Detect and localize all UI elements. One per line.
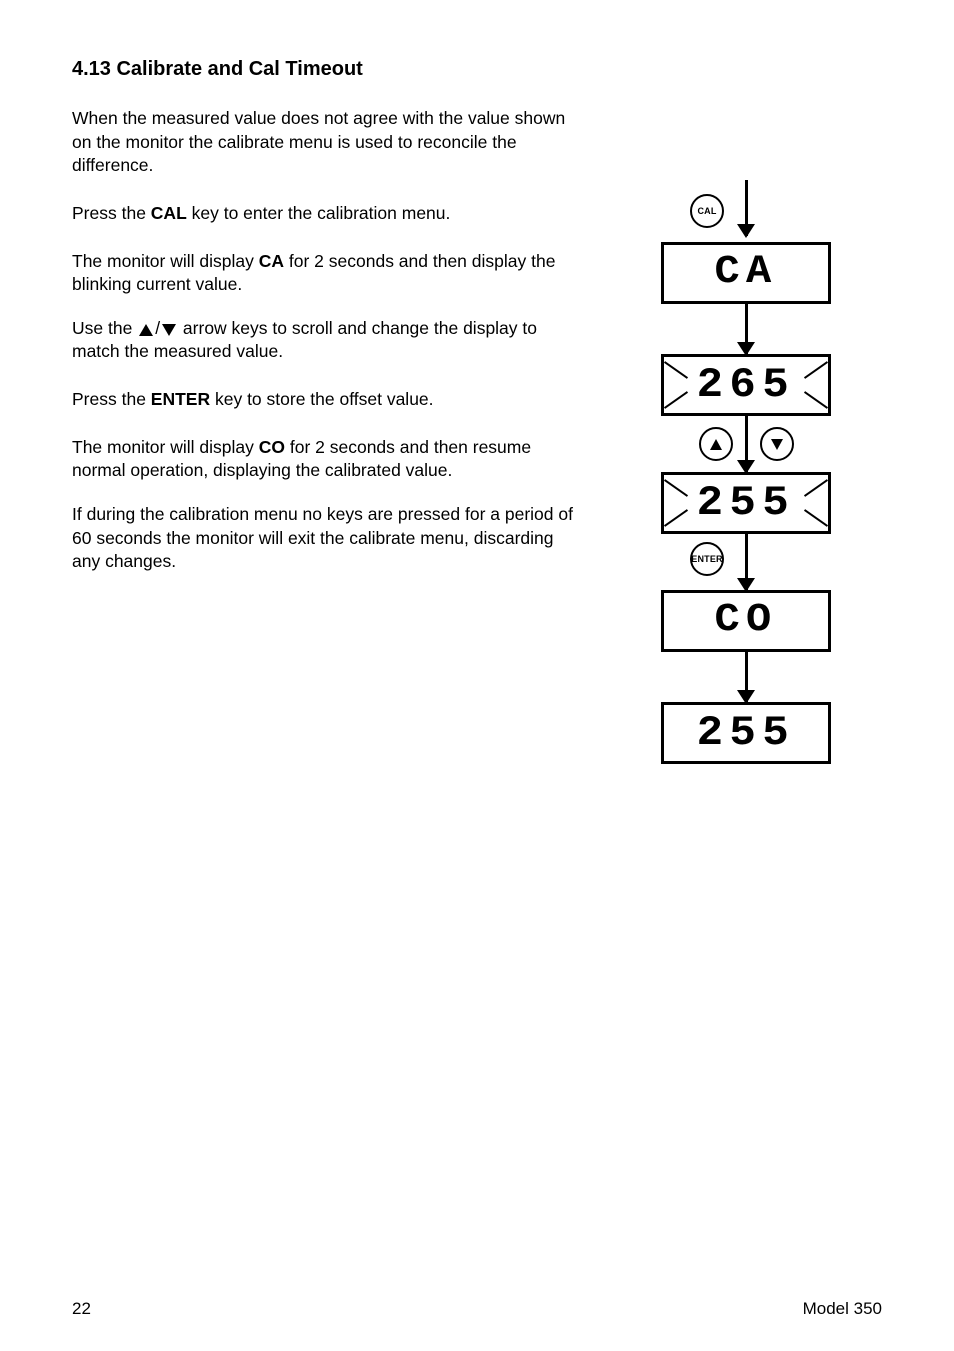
down-arrow-icon	[771, 439, 783, 450]
enter-button-label: ENTER	[691, 553, 723, 565]
text-fragment: /	[155, 318, 160, 338]
text-fragment: Use the	[72, 318, 137, 338]
flow-arrow-icon	[745, 534, 748, 590]
display-co-paragraph: The monitor will display CO for 2 second…	[72, 436, 582, 483]
up-arrow-icon	[710, 439, 722, 450]
down-arrow-icon	[162, 324, 176, 336]
timeout-paragraph: If during the calibration menu no keys a…	[72, 503, 582, 574]
ca-label-bold: CA	[259, 251, 284, 271]
up-arrow-icon	[139, 324, 153, 336]
press-cal-paragraph: Press the CAL key to enter the calibrati…	[72, 202, 582, 226]
display-ca-paragraph: The monitor will display CA for 2 second…	[72, 250, 582, 297]
arrow-keys-paragraph: Use the / arrow keys to scroll and chang…	[72, 317, 582, 364]
model-label: Model 350	[803, 1298, 882, 1321]
flow-arrow-icon	[745, 416, 748, 472]
press-enter-paragraph: Press the ENTER key to store the offset …	[72, 388, 582, 412]
text-fragment: Press the	[72, 389, 151, 409]
lcd-value: CO	[714, 594, 777, 648]
text-fragment: Press the	[72, 203, 151, 223]
up-arrow-button[interactable]	[699, 427, 733, 461]
flow-arrow-icon	[745, 180, 748, 236]
co-label-bold: CO	[259, 437, 285, 457]
enter-label-bold: ENTER	[151, 389, 210, 409]
lcd-display-after: 255	[661, 472, 831, 534]
lcd-value: CA	[714, 246, 777, 300]
page-number: 22	[72, 1298, 91, 1321]
lcd-value: 265	[697, 357, 795, 414]
section-heading: 4.13 Calibrate and Cal Timeout	[72, 56, 582, 83]
lcd-display-co: CO	[661, 590, 831, 652]
flow-arrow-icon	[745, 652, 748, 702]
cal-label-bold: CAL	[151, 203, 187, 223]
enter-button[interactable]: ENTER	[690, 542, 724, 576]
flow-arrow-icon	[745, 304, 748, 354]
lcd-value: 255	[697, 475, 795, 532]
intro-paragraph: When the measured value does not agree w…	[72, 107, 582, 178]
text-fragment: key to store the offset value.	[210, 389, 433, 409]
text-fragment: The monitor will display	[72, 437, 259, 457]
down-arrow-button[interactable]	[760, 427, 794, 461]
cal-button[interactable]: CAL	[690, 194, 724, 228]
text-fragment: The monitor will display	[72, 251, 259, 271]
cal-button-label: CAL	[697, 205, 716, 217]
lcd-value: 255	[697, 705, 795, 762]
lcd-display-ca: CA	[661, 242, 831, 304]
text-fragment: key to enter the calibration menu.	[187, 203, 451, 223]
lcd-display-before: 265	[661, 354, 831, 416]
lcd-display-final: 255	[661, 702, 831, 764]
calibration-flow-diagram: CAL CA 265	[610, 56, 882, 764]
